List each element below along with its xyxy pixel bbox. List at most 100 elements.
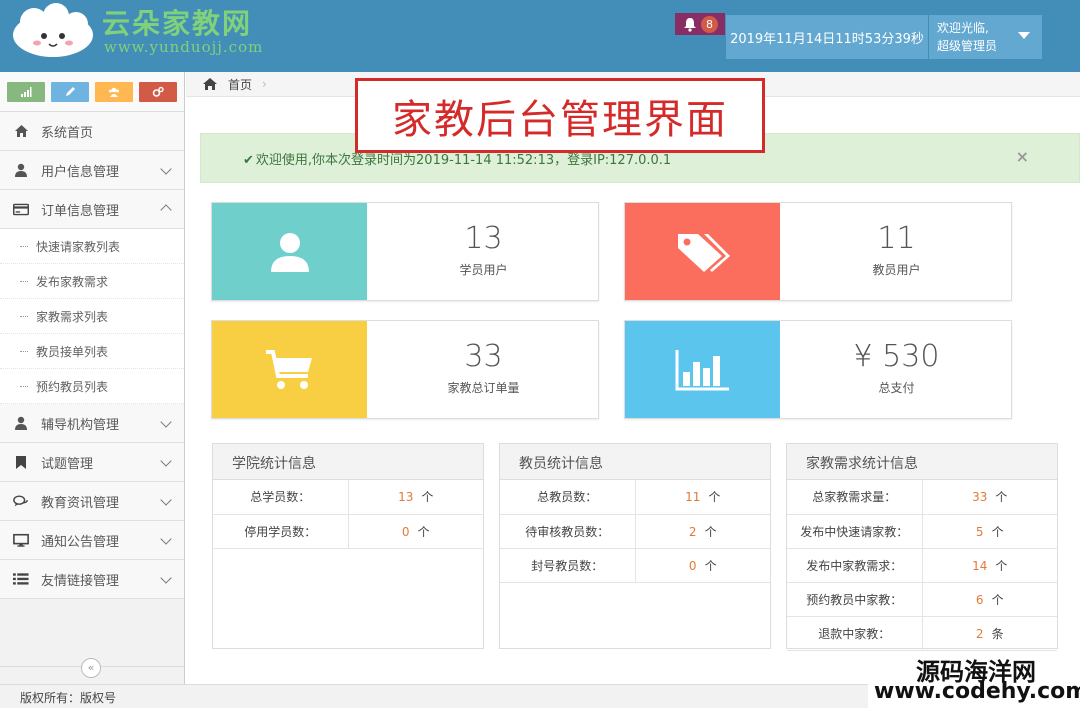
sidebar-subitem-quick-tutor-list[interactable]: 快速请家教列表	[0, 229, 184, 264]
row-value: 13	[398, 490, 414, 505]
chevron-down-icon	[160, 533, 172, 545]
row-label: 发布中家教需求：	[787, 548, 923, 583]
row-value: 0	[401, 524, 410, 539]
stat-card-students[interactable]: 13 学员用户	[211, 202, 599, 301]
welcome-alert-text: 欢迎使用,你本次登录时间为2019-11-14 11:52:13，登录IP:12…	[255, 153, 672, 168]
bookmark-icon	[16, 455, 26, 469]
stat-label: 教员用户	[872, 263, 921, 277]
notification-count-badge: 8	[701, 15, 718, 33]
sidebar-item-questions[interactable]: 试题管理	[0, 443, 184, 482]
shortcut-pencil-button[interactable]	[51, 82, 89, 102]
chevron-down-icon	[160, 572, 172, 584]
panel-title: 家教需求统计信息	[787, 444, 1057, 480]
sidebar-item-institutions[interactable]: 辅导机构管理	[0, 404, 184, 443]
row-unit: 个	[995, 558, 1008, 573]
table-row: 总教员数： 11 个	[500, 480, 770, 515]
breadcrumb-home-link[interactable]: 首页	[228, 76, 252, 93]
table-row: 退款中家教： 2条	[787, 616, 1057, 651]
sidebar: 系统首页 用户信息管理 订单信息管理 快速请家教列表 发布家教需求 家教需求列表…	[0, 72, 185, 684]
stat-value: 11	[877, 221, 916, 256]
check-icon: ✔	[243, 153, 254, 168]
sidebar-collapse-button[interactable]: «	[81, 658, 101, 678]
sidebar-item-notices[interactable]: 通知公告管理	[0, 521, 184, 560]
stats-table: 总家教需求量： 33 个 发布中快速请家教： 5个 发布中家教需求： 14 个 预约…	[787, 480, 1057, 651]
bar-chart-icon	[675, 349, 729, 390]
home-icon	[14, 125, 28, 137]
sidebar-item-label: 教育资讯管理	[41, 495, 120, 511]
panel-student-stats: 学院统计信息 总学员数： 13 个 停用学员数： 0个	[212, 443, 484, 649]
user-icon	[15, 163, 27, 177]
sidebar-item-label: 用户信息管理	[41, 164, 120, 180]
cogs-icon	[152, 86, 164, 97]
chevron-down-icon	[160, 416, 172, 428]
row-label: 发布中快速请家教：	[787, 514, 923, 549]
sidebar-item-user-info[interactable]: 用户信息管理	[0, 151, 184, 190]
watermark-line2: www.codehy.com	[874, 679, 1080, 704]
row-value: 2	[688, 524, 697, 539]
comments-icon	[13, 494, 28, 506]
row-label: 待审核教员数：	[500, 514, 636, 549]
sidebar-subitem-demand-list[interactable]: 家教需求列表	[0, 299, 184, 334]
logo-brand-text: 云朵家教网	[102, 7, 253, 40]
sidebar-item-label: 系统首页	[41, 125, 94, 141]
user-icon	[270, 232, 309, 272]
row-unit: 个	[708, 490, 721, 505]
sidebar-subitem-teacher-orders[interactable]: 教员接单列表	[0, 334, 184, 369]
desktop-icon	[13, 533, 29, 547]
user-menu-toggle[interactable]: 欢迎光临, 超级管理员	[929, 15, 1042, 59]
sidebar-subitem-booked-teachers[interactable]: 预约教员列表	[0, 369, 184, 404]
user-role: 超级管理员	[937, 39, 998, 53]
stat-card-orders[interactable]: 33 家教总订单量	[211, 320, 599, 419]
credit-card-icon	[13, 203, 29, 215]
row-value: 11	[685, 490, 701, 505]
stat-value: 33	[464, 339, 503, 374]
stat-label: 总支付	[878, 381, 915, 395]
pencil-icon	[66, 87, 75, 96]
table-row: 发布中快速请家教： 5个	[787, 514, 1057, 549]
row-unit: 个	[995, 490, 1008, 505]
chevron-up-icon	[160, 204, 172, 216]
stat-card-payment[interactable]: ¥ 530 总支付	[624, 320, 1012, 419]
stat-label: 学员用户	[459, 263, 508, 277]
caret-down-icon	[1018, 32, 1030, 39]
shortcut-users-button[interactable]	[95, 82, 133, 102]
stat-value: 13	[464, 221, 503, 256]
stat-card-teachers[interactable]: 11 教员用户	[624, 202, 1012, 301]
sidebar-item-news[interactable]: 教育资讯管理	[0, 482, 184, 521]
table-row: 总家教需求量： 33 个	[787, 480, 1057, 515]
site-logo[interactable]: 云朵家教网 www.yunduojj.com	[8, 0, 278, 64]
row-unit: 条	[991, 626, 1004, 641]
row-value: 2	[975, 626, 984, 641]
row-value: 0	[688, 558, 697, 573]
signal-icon	[21, 87, 32, 97]
row-label: 预约教员中家教：	[787, 582, 923, 617]
sidebar-item-home[interactable]: 系统首页	[0, 112, 184, 151]
table-row: 发布中家教需求： 14 个	[787, 548, 1057, 583]
shortcut-signal-button[interactable]	[7, 82, 45, 102]
stat-label: 家教总订单量	[447, 381, 520, 395]
sidebar-item-links[interactable]: 友情链接管理	[0, 560, 184, 599]
home-icon	[203, 78, 217, 90]
sidebar-item-orders[interactable]: 订单信息管理	[0, 190, 184, 229]
row-value: 14	[972, 558, 988, 573]
page-title-banner: 家教后台管理界面	[355, 78, 765, 153]
panel-demand-stats: 家教需求统计信息 总家教需求量： 33 个 发布中快速请家教： 5个 发布中家教需…	[786, 443, 1058, 651]
chevron-down-icon	[160, 455, 172, 467]
stats-table: 总学员数： 13 个 停用学员数： 0个	[213, 480, 483, 549]
row-label: 总教员数：	[500, 480, 636, 515]
sidebar-shortcuts	[0, 72, 184, 112]
row-unit: 个	[991, 524, 1004, 539]
row-unit: 个	[417, 524, 430, 539]
notifications-button[interactable]: 8	[675, 13, 725, 35]
table-row: 停用学员数： 0个	[213, 514, 483, 549]
close-icon[interactable]: ×	[1016, 147, 1029, 166]
table-row: 待审核教员数： 2个	[500, 514, 770, 549]
sidebar-subitem-post-demand[interactable]: 发布家教需求	[0, 264, 184, 299]
row-label: 总家教需求量：	[787, 480, 923, 515]
list-icon	[13, 573, 29, 585]
row-value: 6	[975, 592, 984, 607]
sidebar-item-label: 试题管理	[41, 456, 94, 472]
top-navbar: 云朵家教网 www.yunduojj.com 8 2019年11月14日11时5…	[0, 0, 1080, 72]
shortcut-cogs-button[interactable]	[139, 82, 177, 102]
row-unit: 个	[704, 524, 717, 539]
